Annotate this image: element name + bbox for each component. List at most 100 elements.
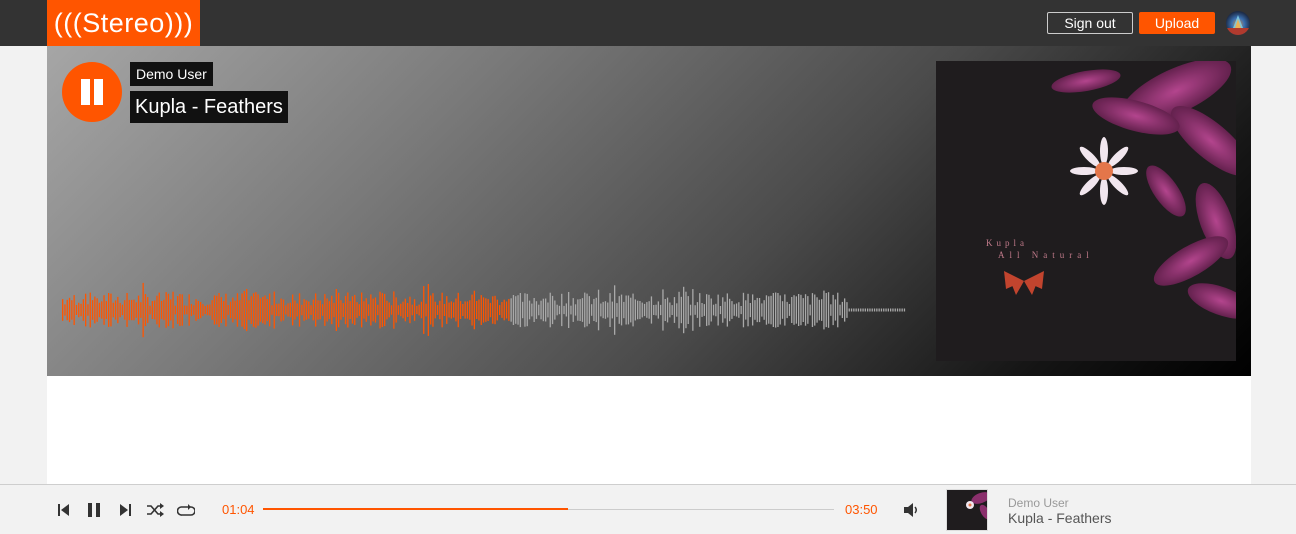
waveform-bar bbox=[390, 305, 393, 315]
waveform-bar bbox=[577, 299, 579, 321]
waveform-bar bbox=[517, 295, 519, 325]
waveform-bar bbox=[604, 301, 607, 319]
waveform-bar bbox=[236, 293, 239, 327]
waveform-bar bbox=[78, 302, 80, 318]
waveform-bar bbox=[837, 292, 839, 328]
waveform-bar bbox=[342, 303, 344, 317]
waveform-bar bbox=[400, 303, 402, 317]
waveform-bar bbox=[487, 299, 489, 321]
sign-out-button[interactable]: Sign out bbox=[1047, 12, 1133, 34]
waveform-bar bbox=[167, 293, 170, 327]
waveform-bar bbox=[899, 308, 901, 312]
waveform-bar bbox=[496, 299, 498, 321]
now-playing-user[interactable]: Demo User bbox=[1008, 497, 1069, 510]
waveform-bar bbox=[685, 291, 687, 329]
waveform-bar bbox=[241, 293, 243, 327]
shuffle-icon[interactable] bbox=[146, 501, 164, 519]
waveform-bar bbox=[710, 298, 712, 322]
waveform-bar bbox=[664, 299, 666, 321]
waveform-bar bbox=[501, 302, 503, 318]
waveform-bar bbox=[234, 300, 236, 320]
pause-icon[interactable] bbox=[85, 501, 103, 519]
waveform-bar bbox=[561, 293, 563, 327]
now-playing-title[interactable]: Kupla - Feathers bbox=[1008, 510, 1112, 526]
volume-icon[interactable] bbox=[902, 501, 920, 519]
user-avatar-icon[interactable] bbox=[1226, 11, 1250, 35]
waveform-bar bbox=[73, 295, 75, 325]
waveform-bar bbox=[699, 293, 701, 327]
waveform[interactable] bbox=[62, 280, 907, 340]
waveform-bar bbox=[554, 300, 556, 320]
waveform-bar bbox=[480, 295, 482, 325]
waveform-bar bbox=[131, 299, 133, 321]
waveform-bar bbox=[195, 299, 197, 321]
waveform-bar bbox=[588, 296, 590, 324]
waveform-bar bbox=[821, 299, 823, 321]
waveform-bar bbox=[666, 297, 669, 323]
upload-button[interactable]: Upload bbox=[1139, 12, 1215, 34]
waveform-bar bbox=[758, 298, 761, 323]
waveform-bar bbox=[321, 304, 324, 316]
waveform-bar bbox=[75, 304, 78, 315]
waveform-bar bbox=[466, 301, 469, 319]
waveform-bar bbox=[370, 294, 372, 326]
waveform-bar bbox=[687, 296, 689, 324]
waveform-bar bbox=[172, 291, 174, 329]
waveform-bar bbox=[257, 294, 259, 326]
waveform-bar bbox=[715, 303, 717, 317]
previous-icon[interactable] bbox=[55, 501, 73, 519]
waveform-bar bbox=[271, 305, 273, 315]
waveform-bar bbox=[246, 289, 248, 332]
waveform-bar bbox=[87, 304, 89, 316]
waveform-bar bbox=[289, 302, 291, 318]
waveform-bar bbox=[315, 293, 317, 327]
waveform-bar bbox=[243, 290, 245, 330]
waveform-bar bbox=[96, 298, 98, 322]
waveform-bar bbox=[673, 297, 676, 323]
waveform-bar bbox=[335, 289, 337, 331]
waveform-bar bbox=[381, 293, 383, 327]
waveform-bar bbox=[646, 302, 648, 318]
waveform-bar bbox=[609, 293, 611, 327]
waveform-bar bbox=[423, 286, 425, 334]
waveform-bar bbox=[200, 301, 202, 319]
waveform-bar bbox=[653, 305, 655, 315]
waveform-bar bbox=[181, 294, 183, 326]
waveform-bar bbox=[358, 304, 360, 316]
now-playing-thumbnail[interactable] bbox=[946, 489, 988, 531]
waveform-bar bbox=[892, 308, 894, 312]
waveform-bar bbox=[280, 298, 282, 322]
track-hero: Demo User Kupla - Feathers Kupla All Nat… bbox=[47, 46, 1251, 376]
waveform-bar bbox=[193, 305, 195, 315]
waveform-bar bbox=[301, 304, 303, 316]
waveform-bar bbox=[593, 298, 595, 321]
waveform-bar bbox=[308, 301, 310, 319]
waveform-bar bbox=[779, 295, 781, 325]
waveform-bar bbox=[850, 308, 853, 312]
waveform-bar bbox=[250, 296, 252, 324]
waveform-bar bbox=[425, 303, 427, 317]
waveform-bar bbox=[784, 294, 786, 326]
waveform-bar bbox=[563, 305, 565, 315]
waveform-bar bbox=[793, 295, 795, 325]
progress-bar[interactable] bbox=[263, 508, 834, 510]
waveform-bar bbox=[469, 300, 471, 320]
waveform-bar bbox=[788, 304, 791, 316]
waveform-bar bbox=[880, 308, 883, 312]
next-icon[interactable] bbox=[116, 501, 134, 519]
waveform-bar bbox=[650, 296, 653, 324]
top-navigation-bar: (((Stereo))) Sign out Upload bbox=[0, 0, 1296, 46]
hero-pause-button[interactable] bbox=[62, 62, 122, 122]
track-uploader[interactable]: Demo User bbox=[130, 62, 213, 86]
waveform-bar bbox=[186, 305, 188, 315]
waveform-bar bbox=[696, 302, 699, 318]
waveform-bar bbox=[768, 296, 770, 324]
waveform-bar bbox=[738, 302, 740, 318]
waveform-bar bbox=[266, 299, 268, 322]
waveform-bar bbox=[464, 301, 466, 319]
waveform-bar bbox=[489, 302, 492, 318]
stereo-logo[interactable]: (((Stereo))) bbox=[47, 0, 200, 46]
waveform-bar bbox=[478, 299, 480, 321]
waveform-bar bbox=[676, 303, 678, 317]
repeat-icon[interactable] bbox=[177, 501, 195, 519]
